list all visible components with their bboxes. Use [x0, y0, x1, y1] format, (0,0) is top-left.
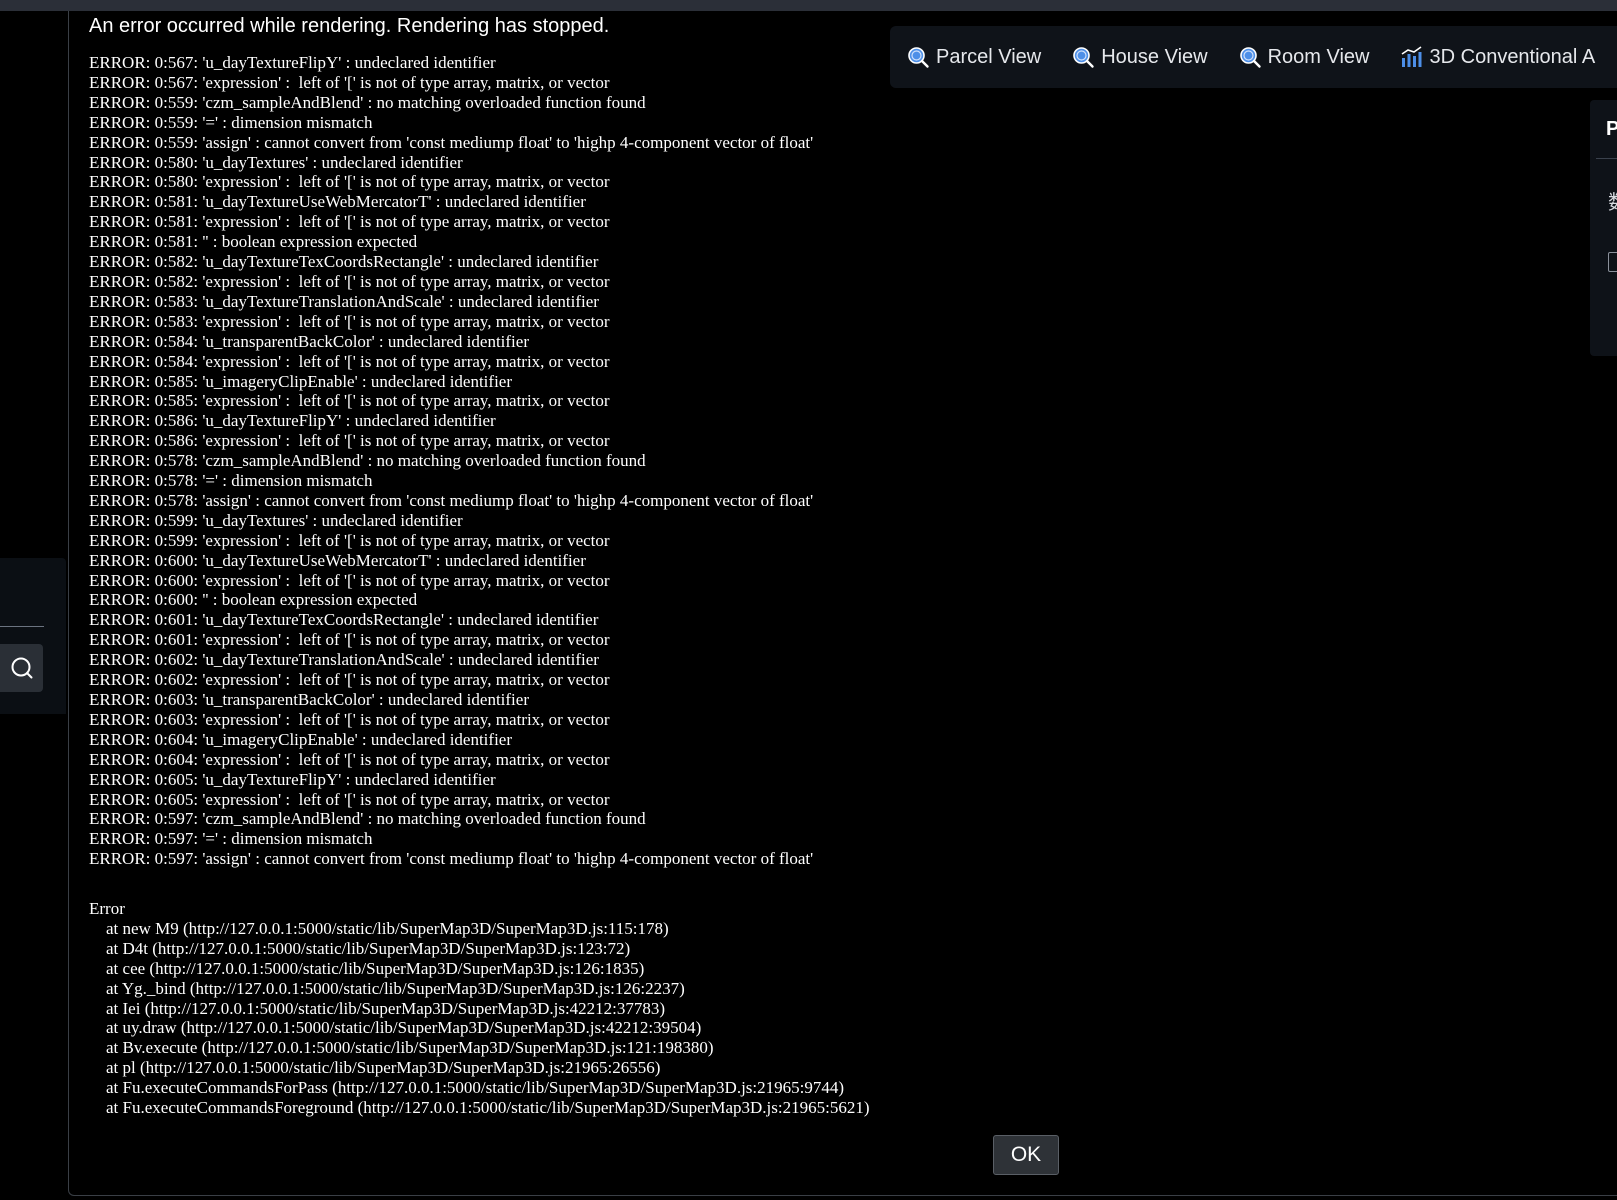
- error-log-line: ERROR: 0:604: 'expression' : left of '['…: [89, 749, 610, 769]
- left-panel-divider: [0, 626, 44, 627]
- error-log-line: ERROR: 0:581: 'u_dayTextureUseWebMercato…: [89, 192, 586, 212]
- ok-button[interactable]: OK: [993, 1135, 1059, 1175]
- search-icon: [11, 657, 32, 679]
- error-log-line: ERROR: 0:581: '' : boolean expression ex…: [89, 232, 418, 252]
- error-log: ERROR: 0:567: 'u_dayTextureFlipY' : unde…: [89, 53, 813, 869]
- error-log-line: ERROR: 0:601: 'u_dayTextureTexCoordsRect…: [89, 610, 599, 630]
- error-log-line: ERROR: 0:567: 'expression' : left of '['…: [89, 72, 610, 92]
- viewer-page: P 数 Parcel View House View: [0, 0, 1617, 1200]
- error-log-line: ERROR: 0:582: 'expression' : left of '['…: [89, 271, 610, 291]
- error-log-line: ERROR: 0:559: '=' : dimension mismatch: [89, 112, 373, 132]
- error-title: An error occurred while rendering. Rende…: [89, 15, 610, 37]
- stack-trace-line: at D4t (http://127.0.0.1:5000/static/lib…: [106, 938, 631, 958]
- stack-trace-line: at Iei (http://127.0.0.1:5000/static/lib…: [106, 998, 666, 1018]
- error-log-line: ERROR: 0:584: 'u_transparentBackColor' :…: [89, 331, 529, 351]
- error-dialog: An error occurred while rendering. Rende…: [68, 11, 1617, 1196]
- error-log-line: ERROR: 0:601: 'expression' : left of '['…: [89, 630, 610, 650]
- error-log-line: ERROR: 0:567: 'u_dayTextureFlipY' : unde…: [89, 53, 496, 72]
- stack-trace-line: at cee (http://127.0.0.1:5000/static/lib…: [106, 958, 645, 978]
- error-log-line: ERROR: 0:581: 'expression' : left of '['…: [89, 212, 610, 232]
- stack-trace-line: at new M9 (http://127.0.0.1:5000/static/…: [106, 918, 669, 938]
- error-log-line: ERROR: 0:559: 'czm_sampleAndBlend' : no …: [89, 92, 646, 112]
- error-log-line: ERROR: 0:580: 'expression' : left of '['…: [89, 172, 610, 192]
- stack-trace-line: at Fu.executeCommandsForPass (http://127…: [106, 1078, 845, 1098]
- error-log-line: ERROR: 0:578: '=' : dimension mismatch: [89, 471, 373, 491]
- error-log-line: ERROR: 0:604: 'u_imageryClipEnable' : un…: [89, 729, 512, 749]
- error-stack-trace: Error at new M9 (http://127.0.0.1:5000/s…: [89, 899, 870, 1118]
- error-log-line: ERROR: 0:600: 'u_dayTextureUseWebMercato…: [89, 550, 586, 570]
- stack-trace-line: at Bv.execute (http://127.0.0.1:5000/sta…: [106, 1038, 714, 1058]
- error-log-line: ERROR: 0:584: 'expression' : left of '['…: [89, 351, 610, 371]
- error-log-line: ERROR: 0:597: 'czm_sampleAndBlend' : no …: [89, 809, 646, 829]
- error-log-line: ERROR: 0:586: 'u_dayTextureFlipY' : unde…: [89, 411, 496, 431]
- error-log-line: ERROR: 0:597: '=' : dimension mismatch: [89, 829, 373, 849]
- stack-trace-line: at Yg._bind (http://127.0.0.1:5000/stati…: [106, 978, 685, 998]
- error-log-line: ERROR: 0:602: 'u_dayTextureTranslationAn…: [89, 650, 599, 670]
- error-log-line: ERROR: 0:585: 'u_imageryClipEnable' : un…: [89, 371, 512, 391]
- stack-trace-line: at pl (http://127.0.0.1:5000/static/lib/…: [106, 1058, 661, 1078]
- error-log-line: ERROR: 0:599: 'expression' : left of '['…: [89, 530, 610, 550]
- error-log-line: ERROR: 0:585: 'expression' : left of '['…: [89, 391, 610, 411]
- search-button[interactable]: [0, 644, 43, 692]
- error-log-line: ERROR: 0:600: '' : boolean expression ex…: [89, 590, 418, 610]
- error-log-line: ERROR: 0:583: 'u_dayTextureTranslationAn…: [89, 291, 599, 311]
- stack-trace-line: at uy.draw (http://127.0.0.1:5000/static…: [106, 1018, 702, 1038]
- error-log-line: ERROR: 0:586: 'expression' : left of '['…: [89, 431, 610, 451]
- error-log-line: ERROR: 0:578: 'assign' : cannot convert …: [89, 490, 814, 510]
- error-log-line: ERROR: 0:600: 'expression' : left of '['…: [89, 570, 610, 590]
- error-log-line: ERROR: 0:580: 'u_dayTextures' : undeclar…: [89, 152, 463, 172]
- browser-top-strip: [0, 0, 1617, 11]
- error-log-line: ERROR: 0:599: 'u_dayTextures' : undeclar…: [89, 510, 463, 530]
- error-log-line: ERROR: 0:578: 'czm_sampleAndBlend' : no …: [89, 451, 646, 471]
- error-log-line: ERROR: 0:559: 'assign' : cannot convert …: [89, 132, 814, 152]
- error-log-line: ERROR: 0:602: 'expression' : left of '['…: [89, 670, 610, 690]
- error-log-line: ERROR: 0:583: 'expression' : left of '['…: [89, 311, 610, 331]
- error-log-line: ERROR: 0:603: 'expression' : left of '['…: [89, 709, 610, 729]
- stack-trace-line: Error: [89, 899, 125, 918]
- error-log-line: ERROR: 0:597: 'assign' : cannot convert …: [89, 849, 814, 869]
- stack-trace-line: at Fu.executeCommandsForeground (http://…: [89, 1098, 870, 1118]
- error-log-line: ERROR: 0:603: 'u_transparentBackColor' :…: [89, 690, 529, 709]
- error-log-line: ERROR: 0:605: 'expression' : left of '['…: [89, 789, 610, 809]
- error-log-line: ERROR: 0:582: 'u_dayTextureTexCoordsRect…: [89, 252, 599, 272]
- error-log-line: ERROR: 0:605: 'u_dayTextureFlipY' : unde…: [89, 769, 496, 789]
